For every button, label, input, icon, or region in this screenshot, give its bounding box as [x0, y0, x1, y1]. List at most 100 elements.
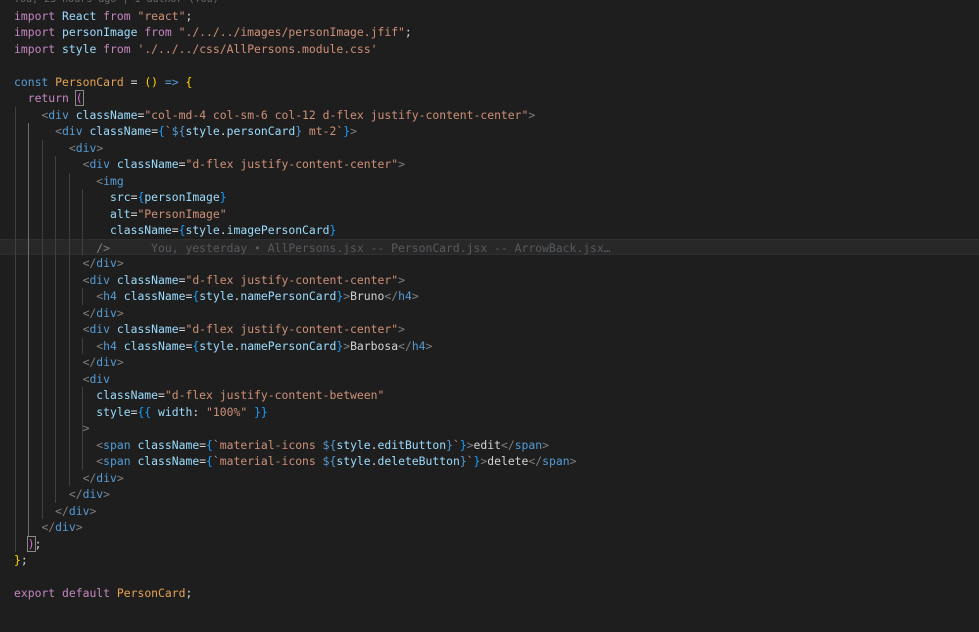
code-token: ; — [404, 25, 412, 39]
code-line[interactable]: import style from './../../css/AllPerson… — [0, 41, 979, 58]
code-line[interactable]: <div className="col-md-4 col-sm-6 col-12… — [0, 107, 979, 124]
code-line[interactable]: </div> — [0, 486, 979, 503]
code-token: ; — [185, 586, 193, 600]
code-token: ${ — [322, 454, 337, 468]
indent-guide — [82, 337, 84, 354]
code-line[interactable]: </div> — [0, 255, 979, 272]
code-line[interactable]: <div className="d-flex justify-content-c… — [0, 321, 979, 338]
code-token: personImage — [62, 25, 138, 39]
code-line[interactable]: className={style.imagePersonCard} — [0, 222, 979, 239]
code-line[interactable]: </div> — [0, 470, 979, 487]
code-line[interactable]: ); — [0, 535, 979, 553]
code-token: personImage — [144, 190, 220, 204]
code-line[interactable]: </div> — [0, 519, 979, 536]
code-line[interactable]: <div className="d-flex justify-content-c… — [0, 272, 979, 289]
code-token: className — [75, 107, 138, 122]
code-token: h4 — [411, 338, 426, 353]
code-token: className — [116, 272, 179, 287]
code-line[interactable]: </div> — [0, 305, 979, 322]
code-token: className — [123, 338, 186, 353]
code-token: className — [89, 124, 152, 138]
code-token: import — [14, 8, 56, 23]
code-line[interactable]: export default PersonCard; — [0, 585, 979, 602]
code-token: "PersonImage" — [137, 206, 227, 221]
code-token: () — [144, 74, 159, 89]
code-token: div — [75, 140, 97, 155]
code-token: </ — [82, 256, 97, 270]
code-token: edit — [473, 437, 501, 452]
code-line[interactable]: alt="PersonImage" — [0, 206, 979, 223]
code-editor[interactable]: You, 23 hours ago | 1 author (You) impor… — [0, 0, 979, 632]
code-token: div — [96, 355, 117, 369]
code-line[interactable]: const PersonCard = () => { — [0, 74, 979, 91]
code-line[interactable]: className="d-flex justify-content-betwee… — [0, 387, 979, 404]
code-token: ( — [74, 90, 84, 106]
code-line[interactable]: <img — [0, 173, 979, 190]
code-line[interactable]: <h4 className={style.namePersonCard}>Bru… — [0, 288, 979, 305]
code-line[interactable]: <div> — [0, 140, 979, 157]
code-token: React — [62, 8, 97, 23]
code-token: "d-flex justify-content-center" — [185, 157, 399, 171]
code-token: Bruno — [350, 289, 385, 303]
code-token: deleteButton — [377, 454, 460, 468]
code-token: import — [14, 41, 56, 56]
code-line[interactable]: src={personImage} — [0, 189, 979, 206]
code-token: className — [96, 388, 159, 402]
code-token: style — [336, 437, 371, 452]
code-token: span — [514, 437, 543, 452]
code-token: > — [398, 272, 405, 287]
code-line[interactable]: }; — [0, 552, 979, 569]
code-line[interactable]: style={{ width: "100%" }} — [0, 404, 979, 421]
code-token: `material-icons — [212, 437, 323, 452]
code-line[interactable]: return ( — [0, 90, 979, 107]
code-line[interactable]: <span className={`material-icons ${style… — [0, 437, 979, 454]
code-line[interactable] — [0, 57, 979, 74]
code-line[interactable] — [0, 569, 979, 586]
code-line[interactable]: <div className="d-flex justify-content-c… — [0, 156, 979, 173]
code-token: ${ — [322, 437, 337, 452]
code-token: delete — [487, 454, 529, 468]
code-line[interactable]: import personImage from "./../../images/… — [0, 24, 979, 41]
code-token: }} — [254, 404, 268, 419]
code-line[interactable]: <div — [0, 371, 979, 388]
code-token: style — [96, 404, 131, 419]
code-token: imagePersonCard — [226, 223, 330, 237]
code-token: = — [158, 388, 165, 402]
code-line[interactable]: /> You, yesterday • AllPersons.jsx -- Pe… — [0, 238, 979, 255]
code-token: className — [123, 289, 186, 303]
code-token: namePersonCard — [240, 289, 337, 303]
code-token: ; — [34, 536, 42, 551]
code-token: . — [219, 124, 227, 138]
code-line[interactable]: > — [0, 420, 979, 437]
code-line[interactable]: <h4 className={style.namePersonCard}>Bar… — [0, 338, 979, 355]
code-line[interactable]: </div> — [0, 503, 979, 520]
code-token: default — [62, 586, 111, 600]
code-token: personCard — [226, 124, 296, 138]
code-token: } — [14, 553, 21, 567]
code-token: } — [459, 437, 467, 452]
code-token: > — [116, 355, 124, 369]
indent-guide — [28, 123, 30, 536]
code-token: from — [103, 8, 131, 23]
code-token: div — [89, 157, 111, 171]
code-token: . — [219, 223, 227, 237]
code-token: ` — [452, 437, 460, 452]
code-line[interactable]: <span className={`material-icons ${style… — [0, 453, 979, 470]
code-token: PersonCard — [55, 74, 124, 89]
code-token: span — [103, 454, 131, 468]
code-line[interactable]: import React from "react"; — [0, 8, 979, 25]
code-token: div — [55, 520, 76, 534]
indent-guide — [55, 156, 57, 503]
code-token: style — [336, 454, 371, 468]
code-token: > — [116, 256, 124, 270]
code-line[interactable]: </div> — [0, 354, 979, 371]
code-token: style — [62, 41, 97, 56]
code-token: > — [466, 437, 474, 452]
code-line[interactable]: <div className={`${style.personCard} mt-… — [0, 123, 979, 140]
